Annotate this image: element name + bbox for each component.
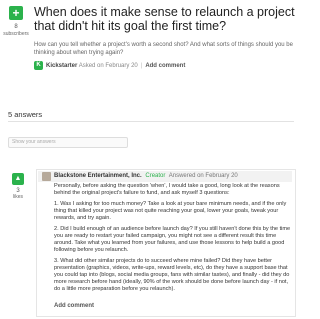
meta-separator: |	[140, 63, 143, 70]
avatar[interactable]	[42, 172, 51, 181]
kickstarter-logo-icon: K	[34, 61, 43, 70]
question-meta: K Kickstarter Asked on February 20 | Add co…	[34, 61, 185, 71]
likes-label: likes	[12, 194, 23, 200]
subscribers-label: subscribers	[3, 31, 29, 37]
upvote-button[interactable]: ▲	[12, 173, 24, 185]
answer-paragraph: 3. What did other similar projects do to…	[54, 258, 290, 292]
answers-count-heading: 5 answers	[8, 110, 43, 119]
answer-meta: Blackstone Entertainment, Inc. Creator A…	[54, 172, 238, 181]
answer-author[interactable]: Blackstone Entertainment, Inc.	[54, 173, 142, 179]
plus-icon: +	[12, 6, 20, 20]
divider	[8, 121, 294, 122]
show-answers-filter[interactable]: Show your answers	[8, 137, 128, 148]
creator-badge: Creator	[145, 173, 166, 179]
subscribers-count: 8	[14, 24, 18, 30]
answer-add-comment-link[interactable]: Add comment	[54, 303, 94, 309]
chevron-up-icon: ▲	[14, 175, 22, 182]
answer-body: Personally, before asking the question '…	[54, 183, 291, 297]
answer-paragraph: 2. Did I build enough of an audience bef…	[54, 226, 291, 253]
answer-paragraph: Personally, before asking the question '…	[54, 183, 280, 196]
asked-date: Asked on February 20	[78, 63, 138, 70]
question-title: When does it make sense to relaunch a pr…	[34, 5, 295, 33]
asker-name[interactable]: Kickstarter	[46, 63, 77, 69]
add-comment-link[interactable]: Add comment	[145, 63, 185, 69]
subscribe-button[interactable]: +	[9, 6, 23, 20]
question-body: How can you tell whether a project's wor…	[34, 42, 293, 56]
answer-paragraph: 1. Was I asking for too much money? Take…	[54, 201, 287, 221]
answered-date: Answered on February 20	[168, 173, 238, 179]
